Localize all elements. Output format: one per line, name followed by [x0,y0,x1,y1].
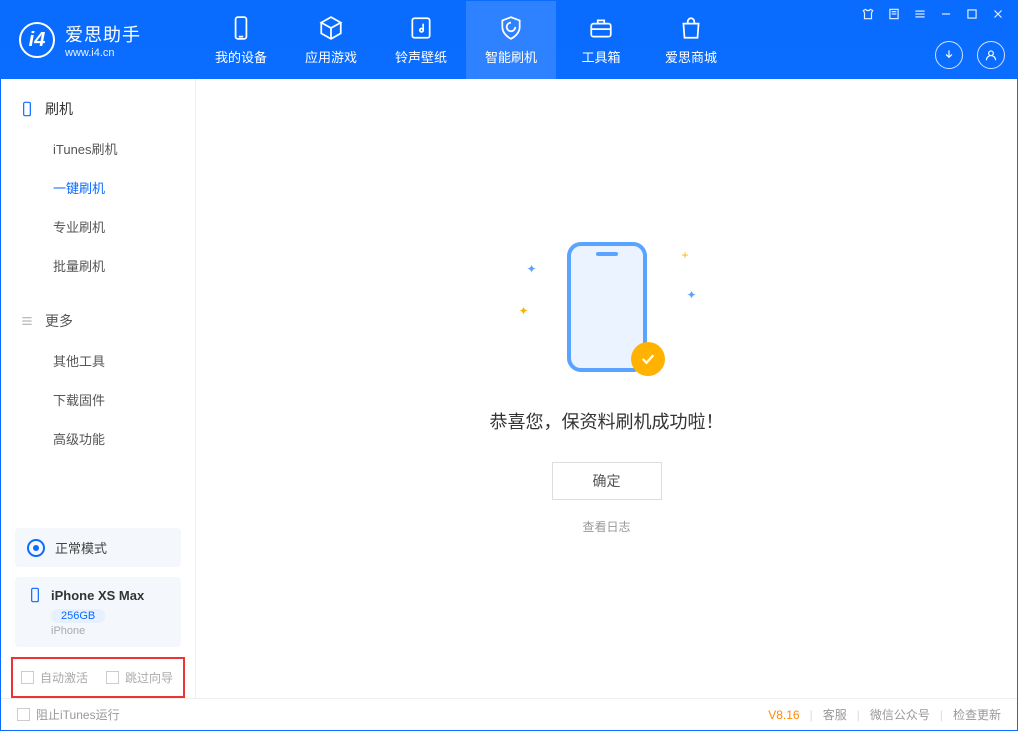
bag-icon [678,15,704,41]
footer-link-wechat[interactable]: 微信公众号 [870,706,930,723]
tab-label: 智能刷机 [485,47,537,66]
window-controls [861,7,1005,21]
tab-my-device[interactable]: 我的设备 [196,1,286,79]
footer: 阻止iTunes运行 V8.16 | 客服 | 微信公众号 | 检查更新 [1,698,1017,730]
tab-i4-store[interactable]: 爱思商城 [646,1,736,79]
list-icon [19,313,35,329]
app-url: www.i4.cn [65,47,141,59]
device-capacity: 256GB [51,609,105,623]
tab-smart-flash[interactable]: 智能刷机 [466,1,556,79]
check-badge-icon [631,342,665,376]
sidebar-item-batch-flash[interactable]: 批量刷机 [1,246,195,285]
tab-label: 铃声壁纸 [395,47,447,66]
sidebar-item-advanced[interactable]: 高级功能 [1,419,195,458]
toolbox-icon [588,15,614,41]
sidebar-item-itunes-flash[interactable]: iTunes刷机 [1,129,195,168]
mode-label: 正常模式 [55,538,107,557]
note-icon[interactable] [887,7,901,21]
mode-icon [27,539,45,557]
device-icon [228,15,254,41]
sidebar-item-download-firmware[interactable]: 下载固件 [1,380,195,419]
device-name: iPhone XS Max [51,588,144,603]
app-name: 爱思助手 [65,21,141,47]
device-icon [27,587,43,603]
footer-link-update[interactable]: 检查更新 [953,706,1001,723]
sidebar-bottom: 正常模式 iPhone XS Max 256GB iPhone 自动激活 [1,518,195,698]
checkbox-icon [17,708,30,721]
download-icon [942,48,956,62]
header: i4 爱思助手 www.i4.cn 我的设备 应用游戏 铃声壁纸 智能刷机 [1,1,1017,79]
device-card[interactable]: iPhone XS Max 256GB iPhone [15,577,181,647]
version-label: V8.16 [768,708,799,722]
sparkle-icon: ✦ [686,288,696,302]
close-icon[interactable] [991,7,1005,21]
music-icon [408,15,434,41]
checkbox-skip-wizard[interactable]: 跳过向导 [106,669,173,686]
sidebar-heading-flash: 刷机 [1,93,195,125]
nav-tabs: 我的设备 应用游戏 铃声壁纸 智能刷机 工具箱 爱思商城 [196,1,736,79]
tab-apps-games[interactable]: 应用游戏 [286,1,376,79]
mode-card[interactable]: 正常模式 [15,528,181,567]
sparkle-icon: + [681,248,688,262]
tshirt-icon[interactable] [861,7,875,21]
body: 刷机 iTunes刷机 一键刷机 专业刷机 批量刷机 更多 其他工具 下载固件 … [1,79,1017,698]
logo[interactable]: i4 爱思助手 www.i4.cn [1,21,196,59]
device-type: iPhone [51,625,169,637]
app-window: i4 爱思助手 www.i4.cn 我的设备 应用游戏 铃声壁纸 智能刷机 [0,0,1018,731]
checkbox-icon [106,671,119,684]
sidebar-heading-more: 更多 [1,305,195,337]
phone-icon [19,101,35,117]
sidebar-section-more: 更多 其他工具 下载固件 高级功能 [1,291,195,464]
sidebar-item-pro-flash[interactable]: 专业刷机 [1,207,195,246]
tab-label: 我的设备 [215,47,267,66]
view-log-link[interactable]: 查看日志 [582,518,630,535]
checkbox-icon [21,671,34,684]
success-message: 恭喜您，保资料刷机成功啦！ [490,408,724,434]
footer-link-support[interactable]: 客服 [823,706,847,723]
sidebar: 刷机 iTunes刷机 一键刷机 专业刷机 批量刷机 更多 其他工具 下载固件 … [1,79,196,698]
maximize-icon[interactable] [965,7,979,21]
user-button[interactable] [977,41,1005,69]
main-content: ✦ ✦ + ✦ 恭喜您，保资料刷机成功啦！ 确定 查看日志 [196,79,1017,698]
minimize-icon[interactable] [939,7,953,21]
download-button[interactable] [935,41,963,69]
tab-label: 应用游戏 [305,47,357,66]
checkbox-auto-activate[interactable]: 自动激活 [21,669,88,686]
tab-label: 工具箱 [581,47,620,66]
header-right [861,1,1005,79]
cube-icon [318,15,344,41]
tab-label: 爱思商城 [665,47,717,66]
shield-icon [498,15,524,41]
sidebar-item-oneclick-flash[interactable]: 一键刷机 [1,168,195,207]
highlighted-checkbox-row: 自动激活 跳过向导 [11,657,185,698]
sparkle-icon: ✦ [519,304,529,318]
sidebar-item-other-tools[interactable]: 其他工具 [1,341,195,380]
success-illustration: ✦ ✦ + ✦ [517,242,697,382]
sparkle-icon: ✦ [527,262,537,276]
user-icon [984,48,998,62]
menu-icon[interactable] [913,7,927,21]
tab-toolbox[interactable]: 工具箱 [556,1,646,79]
sidebar-section-flash: 刷机 iTunes刷机 一键刷机 专业刷机 批量刷机 [1,79,195,291]
logo-icon: i4 [19,22,55,58]
checkbox-block-itunes[interactable]: 阻止iTunes运行 [17,706,120,723]
ok-button[interactable]: 确定 [552,462,662,500]
tab-ringtones-wallpapers[interactable]: 铃声壁纸 [376,1,466,79]
